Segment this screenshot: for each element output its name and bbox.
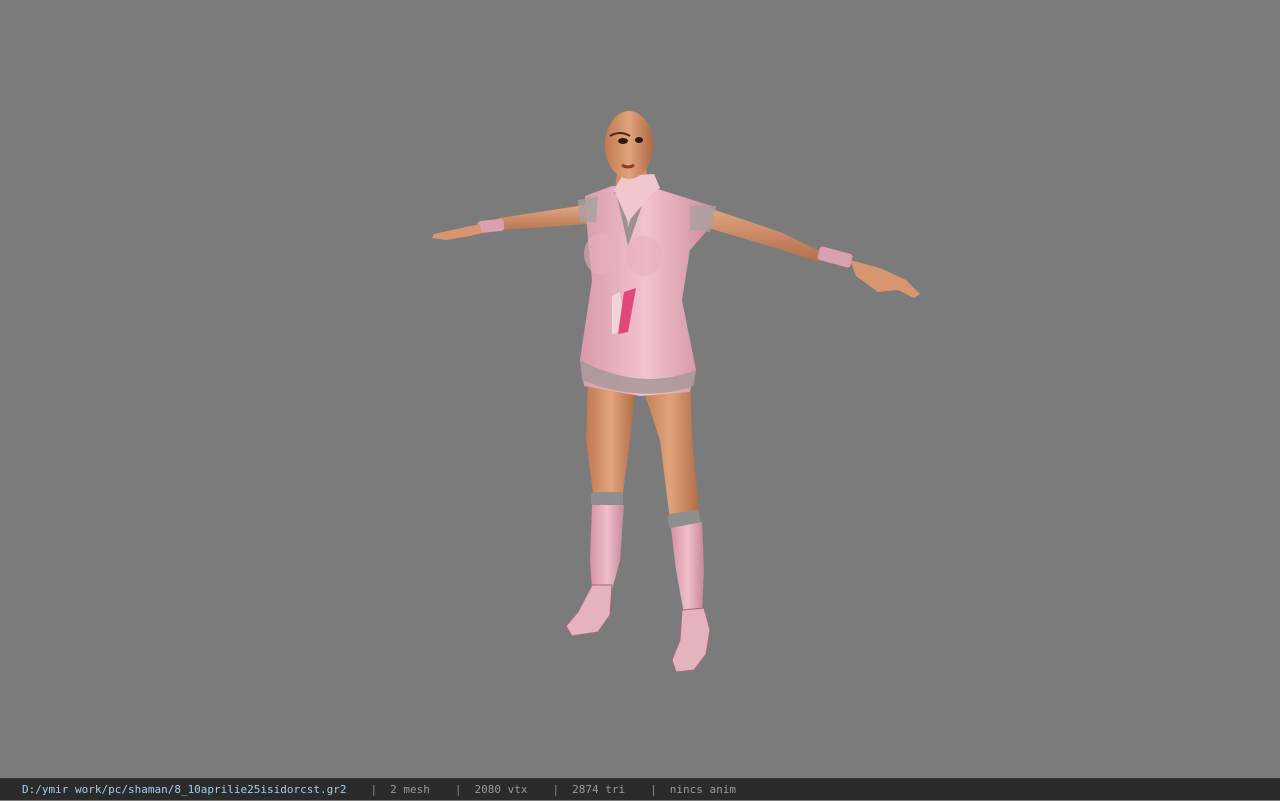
separator: |: [454, 783, 462, 796]
mesh-count: 2 mesh: [390, 783, 430, 796]
triangle-count: 2874 tri: [572, 783, 626, 796]
separator: |: [370, 783, 378, 796]
right-arm: [698, 205, 920, 298]
character-model: [432, 111, 920, 673]
vertex-count: 2080 vtx: [474, 783, 528, 796]
dress: [578, 186, 716, 396]
left-arm: [432, 205, 588, 240]
file-path: D:/ymir work/pc/shaman/8_10aprilie25isid…: [22, 783, 347, 796]
3d-viewport[interactable]: [0, 0, 1280, 778]
status-bar: D:/ymir work/pc/shaman/8_10aprilie25isid…: [0, 778, 1280, 800]
separator: |: [552, 783, 560, 796]
anim-status: nincs anim: [669, 783, 736, 796]
boots: [565, 492, 711, 673]
separator: |: [650, 783, 657, 796]
